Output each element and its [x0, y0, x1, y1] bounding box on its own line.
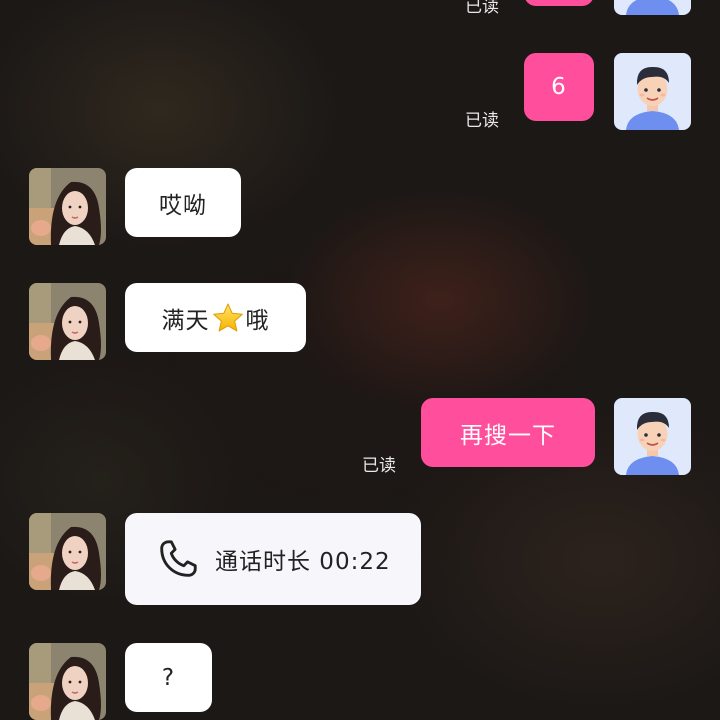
- message-bubble-incoming[interactable]: 哎呦: [125, 168, 241, 237]
- woman-photo-avatar-icon: [29, 513, 106, 590]
- cartoon-man-avatar-icon: [614, 0, 691, 15]
- woman-photo-avatar-icon: [29, 643, 106, 720]
- read-receipt-label: 已读: [465, 0, 499, 17]
- cartoon-man-avatar-icon: [614, 398, 691, 475]
- contact-avatar[interactable]: [29, 283, 106, 360]
- message-bubble-incoming[interactable]: 满天 哦: [125, 283, 306, 352]
- star-emoji-icon: [212, 303, 243, 331]
- woman-photo-avatar-icon: [29, 168, 106, 245]
- message-text-before-emoji: 满天: [161, 307, 210, 334]
- self-avatar[interactable]: [614, 398, 691, 475]
- message-bubble-outgoing[interactable]: 再搜一下: [421, 398, 595, 467]
- contact-avatar[interactable]: [29, 168, 106, 245]
- read-receipt-label: 已读: [465, 111, 499, 131]
- cartoon-man-avatar-icon: [614, 53, 691, 130]
- call-duration-text: 通话时长 00:22: [215, 549, 391, 575]
- message-text: 6: [551, 74, 567, 100]
- woman-photo-avatar-icon: [29, 283, 106, 360]
- contact-avatar[interactable]: [29, 513, 106, 590]
- read-receipt-label: 已读: [362, 456, 396, 476]
- self-avatar[interactable]: [614, 0, 691, 15]
- message-bubble-outgoing[interactable]: 6: [524, 53, 594, 121]
- contact-avatar[interactable]: [29, 643, 106, 720]
- message-text: 哎呦: [159, 192, 207, 219]
- call-record-bubble[interactable]: 通话时长 00:22: [125, 513, 421, 605]
- message-text-after-emoji: 哦: [245, 307, 270, 334]
- message-text: ?: [161, 664, 176, 691]
- message-bubble-outgoing[interactable]: [524, 0, 594, 6]
- message-text: 再搜一下: [460, 422, 556, 449]
- message-bubble-incoming[interactable]: ?: [125, 643, 212, 712]
- phone-icon: [160, 540, 197, 577]
- self-avatar[interactable]: [614, 53, 691, 130]
